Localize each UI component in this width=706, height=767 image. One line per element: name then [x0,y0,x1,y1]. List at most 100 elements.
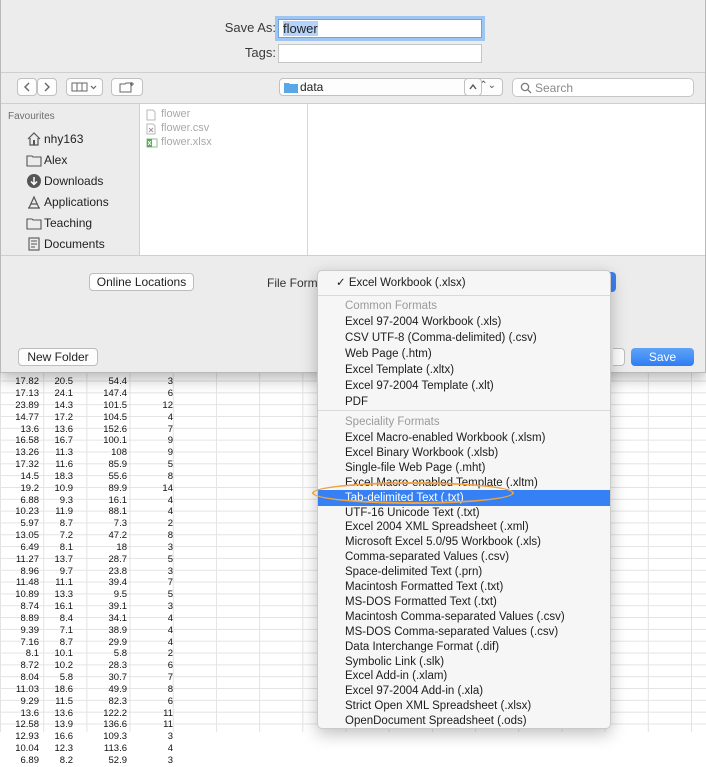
table-cell[interactable]: 12.58 [0,719,39,731]
menu-item[interactable]: Data Interchange Format (.dif) [318,639,610,655]
menu-item[interactable]: Strict Open XML Spreadsheet (.xlsx) [318,698,610,714]
table-cell[interactable]: 13.3 [41,589,74,601]
table-cell[interactable]: 3 [128,755,173,767]
table-cell[interactable]: 4 [128,637,173,649]
table-cell[interactable]: 39.4 [75,577,128,589]
table-cell[interactable]: 8 [128,530,173,542]
table-cell[interactable]: 29.9 [75,637,128,649]
table-cell[interactable]: 47.2 [75,530,128,542]
menu-item[interactable]: Excel 2004 XML Spreadsheet (.xml) [318,519,610,535]
table-cell[interactable]: 28.7 [75,554,128,566]
table-cell[interactable]: 9.29 [0,696,40,708]
table-cell[interactable]: 24.1 [41,388,74,400]
table-cell[interactable]: 5.97 [0,518,40,530]
table-row[interactable]: 13.26 11.3 108 9 [0,447,190,459]
table-row[interactable]: 10.04 12.3 113.6 4 [0,743,190,755]
table-cell[interactable]: 136.6 [75,719,127,731]
menu-item[interactable]: Excel Binary Workbook (.xlsb) [318,445,610,461]
table-cell[interactable]: 14.77 [0,412,39,424]
table-cell[interactable]: 11 [128,708,173,720]
table-cell[interactable]: 7 [128,672,173,684]
table-cell[interactable]: 8.04 [0,672,40,684]
save-button[interactable]: Save [631,348,694,366]
save-as-input[interactable]: flower [278,19,482,38]
table-cell[interactable]: 14 [128,483,173,495]
table-cell[interactable]: 14.3 [41,400,74,412]
table-cell[interactable]: 23.8 [75,566,128,578]
table-cell[interactable]: 17.2 [41,412,74,424]
table-cell[interactable]: 11.3 [41,447,73,459]
table-cell[interactable]: 4 [128,412,173,424]
table-cell[interactable]: 104.5 [75,412,127,424]
table-cell[interactable]: 6 [128,388,173,400]
table-cell[interactable]: 7.16 [0,637,40,649]
table-cell[interactable]: 82.3 [75,696,128,708]
menu-item[interactable]: UTF-16 Unicode Text (.txt) [318,505,610,521]
table-cell[interactable]: 5.8 [75,648,127,660]
table-cell[interactable]: 6 [128,660,173,672]
table-cell[interactable]: 18 [75,542,127,554]
table-cell[interactable]: 6.49 [0,542,40,554]
table-cell[interactable]: 5.8 [41,672,73,684]
table-cell[interactable]: 11.03 [0,684,39,696]
table-cell[interactable]: 17.13 [0,388,39,400]
menu-item[interactable]: Symbolic Link (.slk) [318,654,610,670]
table-cell[interactable]: 85.9 [75,459,128,471]
collapse-button[interactable] [464,78,482,96]
table-cell[interactable]: 13.6 [0,424,40,436]
table-cell[interactable]: 14.5 [0,471,40,483]
tags-input[interactable] [278,44,482,63]
table-cell[interactable]: 49.9 [75,684,128,696]
table-row[interactable]: 9.39 7.1 38.9 4 [0,625,190,637]
table-cell[interactable]: 109.3 [75,731,127,743]
menu-item[interactable]: Comma-separated Values (.csv) [318,549,610,565]
table-cell[interactable]: 8.72 [0,660,40,672]
table-cell[interactable]: 7.3 [75,518,127,530]
table-cell[interactable]: 3 [128,566,173,578]
table-row[interactable]: 8.04 5.8 30.7 7 [0,672,190,684]
table-row[interactable]: 7.16 8.7 29.9 4 [0,637,190,649]
menu-item[interactable]: Excel 97-2004 Add-in (.xla) [318,683,610,699]
table-row[interactable]: 8.89 8.4 34.1 4 [0,613,190,625]
table-row[interactable]: 8.1 10.1 5.8 2 [0,648,190,660]
table-cell[interactable]: 10.9 [41,483,74,495]
menu-item[interactable]: PDF [318,394,610,410]
table-row[interactable]: 8.96 9.7 23.8 3 [0,566,190,578]
table-cell[interactable]: 2 [128,518,173,530]
table-cell[interactable]: 9 [128,435,173,447]
table-row[interactable]: 11.27 13.7 28.7 5 [0,554,190,566]
table-cell[interactable]: 28.3 [75,660,128,672]
menu-item[interactable]: Excel Add-in (.xlam) [318,668,610,684]
table-row[interactable]: 23.89 14.3 101.5 12 [0,400,190,412]
table-row[interactable]: 6.88 9.3 16.1 4 [0,495,190,507]
table-cell[interactable]: 16.1 [75,495,128,507]
table-cell[interactable]: 11.6 [41,459,73,471]
table-cell[interactable]: 39.1 [75,601,128,613]
table-cell[interactable]: 52.9 [75,755,128,767]
table-row[interactable]: 14.77 17.2 104.5 4 [0,412,190,424]
online-locations-button[interactable]: Online Locations [89,273,194,291]
table-row[interactable]: 10.23 11.9 88.1 4 [0,506,190,518]
table-row[interactable]: 8.72 10.2 28.3 6 [0,660,190,672]
table-cell[interactable]: 4 [128,506,173,518]
menu-item[interactable]: Web Page (.htm) [318,346,610,362]
table-row[interactable]: 9.29 11.5 82.3 6 [0,696,190,708]
table-cell[interactable]: 5 [128,589,173,601]
table-cell[interactable]: 147.4 [75,388,127,400]
table-cell[interactable]: 38.9 [75,625,128,637]
table-cell[interactable]: 18.6 [41,684,74,696]
table-cell[interactable]: 10.2 [41,660,74,672]
table-cell[interactable]: 13.26 [0,447,39,459]
table-cell[interactable]: 8 [128,471,173,483]
table-row[interactable]: 13.6 13.6 152.6 7 [0,424,190,436]
table-cell[interactable]: 9 [128,447,173,459]
table-row[interactable]: 17.82 20.5 54.4 3 [0,376,190,388]
table-cell[interactable]: 12.3 [41,743,74,755]
table-cell[interactable]: 10.1 [41,648,74,660]
table-cell[interactable]: 16.1 [41,601,74,613]
menu-item[interactable]: Single-file Web Page (.mht) [318,460,610,476]
table-cell[interactable]: 4 [128,625,173,637]
table-row[interactable]: 14.5 18.3 55.6 8 [0,471,190,483]
menu-item[interactable]: Excel Template (.xltx) [318,362,610,378]
table-cell[interactable]: 3 [128,601,173,613]
